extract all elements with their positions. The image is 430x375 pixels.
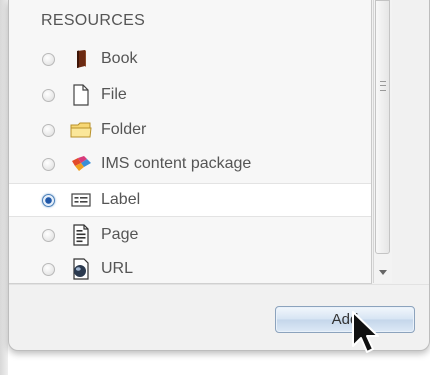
footer-divider: [9, 284, 429, 285]
scrollbar-thumb[interactable]: [375, 0, 390, 254]
list-scrollbar[interactable]: [373, 0, 392, 283]
resource-option-book[interactable]: Book: [9, 42, 371, 76]
radio-ims-content-package[interactable]: [42, 157, 55, 171]
resource-option-folder[interactable]: Folder: [9, 113, 371, 147]
ims-package-icon: [70, 153, 92, 175]
resource-label: Label: [101, 191, 141, 208]
resource-label: Page: [101, 226, 139, 243]
mouse-cursor-icon: [352, 311, 379, 353]
resource-option-file[interactable]: File: [9, 78, 371, 112]
activity-chooser-dialog: RESOURCES Book File Folder IMS content p…: [8, 0, 430, 351]
resource-option-page[interactable]: Page: [9, 218, 371, 252]
radio-url[interactable]: [42, 262, 55, 276]
resource-option-label[interactable]: Label: [9, 183, 371, 217]
radio-book[interactable]: [42, 52, 55, 66]
file-icon: [70, 84, 92, 106]
radio-label[interactable]: [42, 193, 55, 207]
resource-label: IMS content package: [101, 155, 252, 172]
page-icon: [70, 224, 92, 246]
resource-list-panel: RESOURCES Book File Folder IMS content p…: [9, 0, 372, 284]
resource-label: URL: [101, 260, 134, 277]
background-shading: [0, 0, 8, 375]
resource-option-ims-content-package[interactable]: IMS content package: [9, 147, 371, 181]
scrollbar-grip-icon: [380, 81, 386, 91]
folder-icon: [70, 119, 92, 141]
book-icon: [70, 48, 92, 70]
resource-label: Book: [101, 50, 138, 67]
url-globe-icon: [70, 258, 92, 280]
radio-file[interactable]: [42, 88, 55, 102]
radio-folder[interactable]: [42, 123, 55, 137]
add-button[interactable]: Add: [275, 306, 415, 333]
chevron-down-icon: [379, 269, 387, 275]
resource-label: File: [101, 86, 127, 103]
resource-option-url[interactable]: URL: [9, 252, 371, 286]
resource-label: Folder: [101, 121, 147, 138]
radio-page[interactable]: [42, 228, 55, 242]
label-icon: [70, 189, 92, 211]
section-heading: RESOURCES: [41, 12, 146, 29]
scroll-down-button[interactable]: [374, 262, 392, 282]
